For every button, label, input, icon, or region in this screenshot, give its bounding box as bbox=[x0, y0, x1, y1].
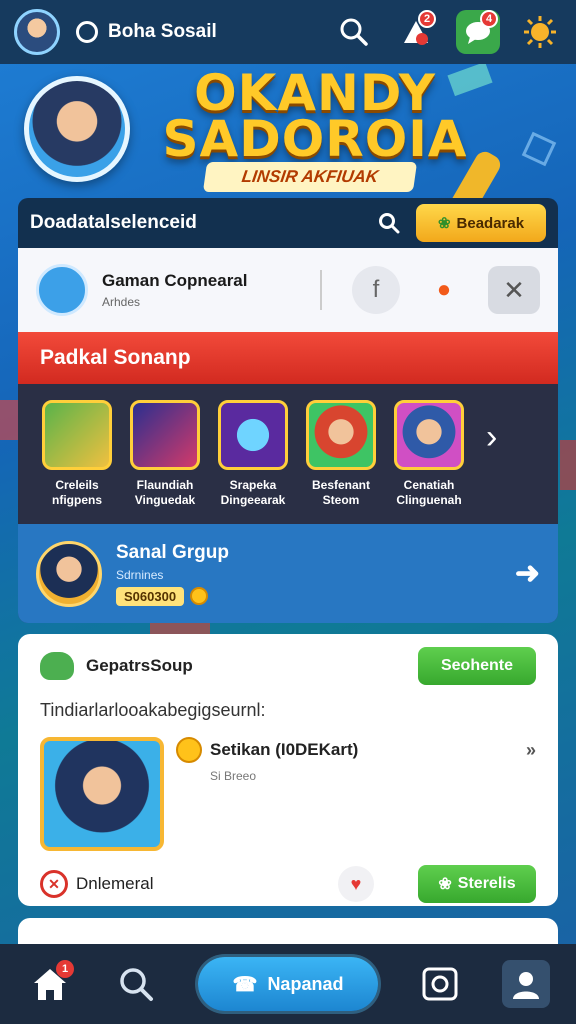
feed-card: GepatrsSoup Seohente Tindiarlarlooakabeg… bbox=[18, 634, 558, 906]
main-card: Gaman Copnearal Arhdes f ● ✕ Padkal Sona… bbox=[18, 248, 558, 623]
game-thumbnail bbox=[42, 400, 112, 470]
games-row: Creleils nfigpens Flaundiah Vinguedak Srap… bbox=[18, 384, 558, 524]
chat-badge: 4 bbox=[480, 10, 498, 28]
group-name: Sanal Grgup bbox=[116, 541, 229, 563]
feed-body: Setikan (I0DEKart) » Si Breeo bbox=[40, 737, 536, 851]
group-sub: Sdrnines bbox=[116, 567, 164, 582]
bg-shard bbox=[0, 400, 20, 440]
bg-shard bbox=[521, 131, 557, 167]
top-bar: Boha Sosail 2 4 bbox=[0, 0, 576, 64]
call-button[interactable]: ☎ Napanad bbox=[198, 957, 378, 1011]
game-item[interactable]: Cenatiah Clinguenah bbox=[388, 400, 470, 508]
home-badge: 1 bbox=[56, 960, 74, 978]
search-action-button[interactable]: ❀ Beadarak bbox=[416, 204, 546, 242]
game-thumbnail bbox=[306, 400, 376, 470]
coin-line: S060300 bbox=[116, 586, 229, 606]
camera-icon[interactable] bbox=[416, 960, 464, 1008]
profile-strip: Gaman Copnearal Arhdes f ● ✕ bbox=[18, 248, 558, 332]
game-label: Cenatiah Clinguenah bbox=[396, 478, 462, 507]
feed-foot-label: Dnlemeral bbox=[76, 874, 154, 893]
phone-icon: ☎ bbox=[232, 973, 258, 996]
chevron-right-icon[interactable]: › bbox=[486, 418, 497, 457]
feed-description: Tindiarlarlooakabegigseurnl: bbox=[40, 700, 266, 720]
fox-icon[interactable]: ● bbox=[420, 266, 468, 314]
notification-badge: 2 bbox=[418, 10, 436, 28]
game-label: Flaundiah Vinguedak bbox=[134, 478, 196, 507]
feed-action-button[interactable]: ❀ Sterelis bbox=[418, 865, 536, 903]
game-item[interactable]: Besfenant Steom bbox=[300, 400, 382, 508]
hero-subtitle: LINSIR AKFIUAK bbox=[202, 162, 418, 192]
games-section-title: Padkal Sonanp bbox=[18, 332, 558, 384]
arrow-right-icon[interactable]: ➜ bbox=[515, 556, 540, 591]
app-title: Boha Sosail bbox=[108, 21, 217, 42]
heart-icon[interactable]: ♥ bbox=[338, 866, 374, 902]
profile-icon[interactable] bbox=[502, 960, 550, 1008]
feed-search-button[interactable]: Seohente bbox=[418, 647, 536, 685]
home-icon[interactable]: 1 bbox=[26, 960, 74, 1008]
double-chevron-icon[interactable]: » bbox=[526, 740, 536, 761]
leaf-icon: ❀ bbox=[438, 876, 452, 893]
game-item[interactable]: Creleils nfigpens bbox=[36, 400, 118, 508]
profile-sub: Arhdes bbox=[102, 295, 141, 309]
group-avatar bbox=[36, 540, 102, 607]
feed-thumbnail[interactable] bbox=[40, 737, 164, 851]
group-row[interactable]: Sanal Grgup Sdrnines S060300 ➜ bbox=[18, 524, 558, 623]
search-panel: Doadatalselenceid ❀ Beadarak bbox=[18, 198, 558, 248]
settings-sun-icon[interactable] bbox=[518, 10, 562, 54]
game-label: Srapeka Dingeearak bbox=[220, 478, 286, 507]
bg-shard bbox=[560, 440, 576, 490]
game-item[interactable]: Flaundiah Vinguedak bbox=[124, 400, 206, 508]
search-icon[interactable] bbox=[112, 960, 160, 1008]
profile-name: Gaman Copnearal bbox=[102, 271, 248, 290]
bottom-nav: 1 ☎ Napanad bbox=[0, 944, 576, 1024]
coin-count: S060300 bbox=[116, 586, 185, 606]
feed-footer: ✕ Dnlemeral ♥ ❀ Sterelis bbox=[40, 865, 536, 903]
coin-icon bbox=[190, 587, 209, 605]
game-thumbnail bbox=[218, 400, 288, 470]
search-panel-label[interactable]: Doadatalselenceid bbox=[30, 212, 372, 234]
profile-icon[interactable] bbox=[36, 264, 88, 316]
feed-item-title: Setikan (I0DEKart) » bbox=[176, 737, 536, 763]
chat-icon[interactable]: 4 bbox=[456, 10, 500, 54]
game-thumbnail bbox=[130, 400, 200, 470]
game-label: Besfenant Steom bbox=[311, 478, 370, 507]
status-circle-icon bbox=[76, 21, 98, 43]
feed-title: GepatrsSoup bbox=[86, 656, 193, 675]
profile-avatar[interactable] bbox=[14, 9, 60, 55]
hero-avatar[interactable] bbox=[24, 76, 130, 182]
search-icon[interactable] bbox=[332, 10, 376, 54]
hero-title: OKANDY SADOROIA bbox=[150, 68, 480, 168]
feed-header: GepatrsSoup Seohente bbox=[40, 647, 536, 685]
divider bbox=[320, 270, 322, 310]
facebook-icon[interactable]: f bbox=[352, 266, 400, 314]
leaf-icon: ❀ bbox=[437, 215, 451, 232]
game-label: Creleils nfigpens bbox=[52, 478, 102, 507]
hero-title-line2: SADOROIA bbox=[162, 110, 468, 168]
game-thumbnail bbox=[394, 400, 464, 470]
alert-icon[interactable]: 2 bbox=[394, 10, 438, 54]
close-circle-icon[interactable]: ✕ bbox=[40, 870, 68, 898]
search-action-label: Beadarak bbox=[456, 214, 525, 232]
search-icon[interactable] bbox=[372, 206, 406, 240]
frog-icon bbox=[40, 652, 74, 680]
coin-icon bbox=[176, 737, 202, 763]
feed-item-sub: Si Breeo bbox=[210, 769, 257, 783]
game-item[interactable]: Srapeka Dingeearak bbox=[212, 400, 294, 508]
close-icon[interactable]: ✕ bbox=[488, 266, 540, 314]
